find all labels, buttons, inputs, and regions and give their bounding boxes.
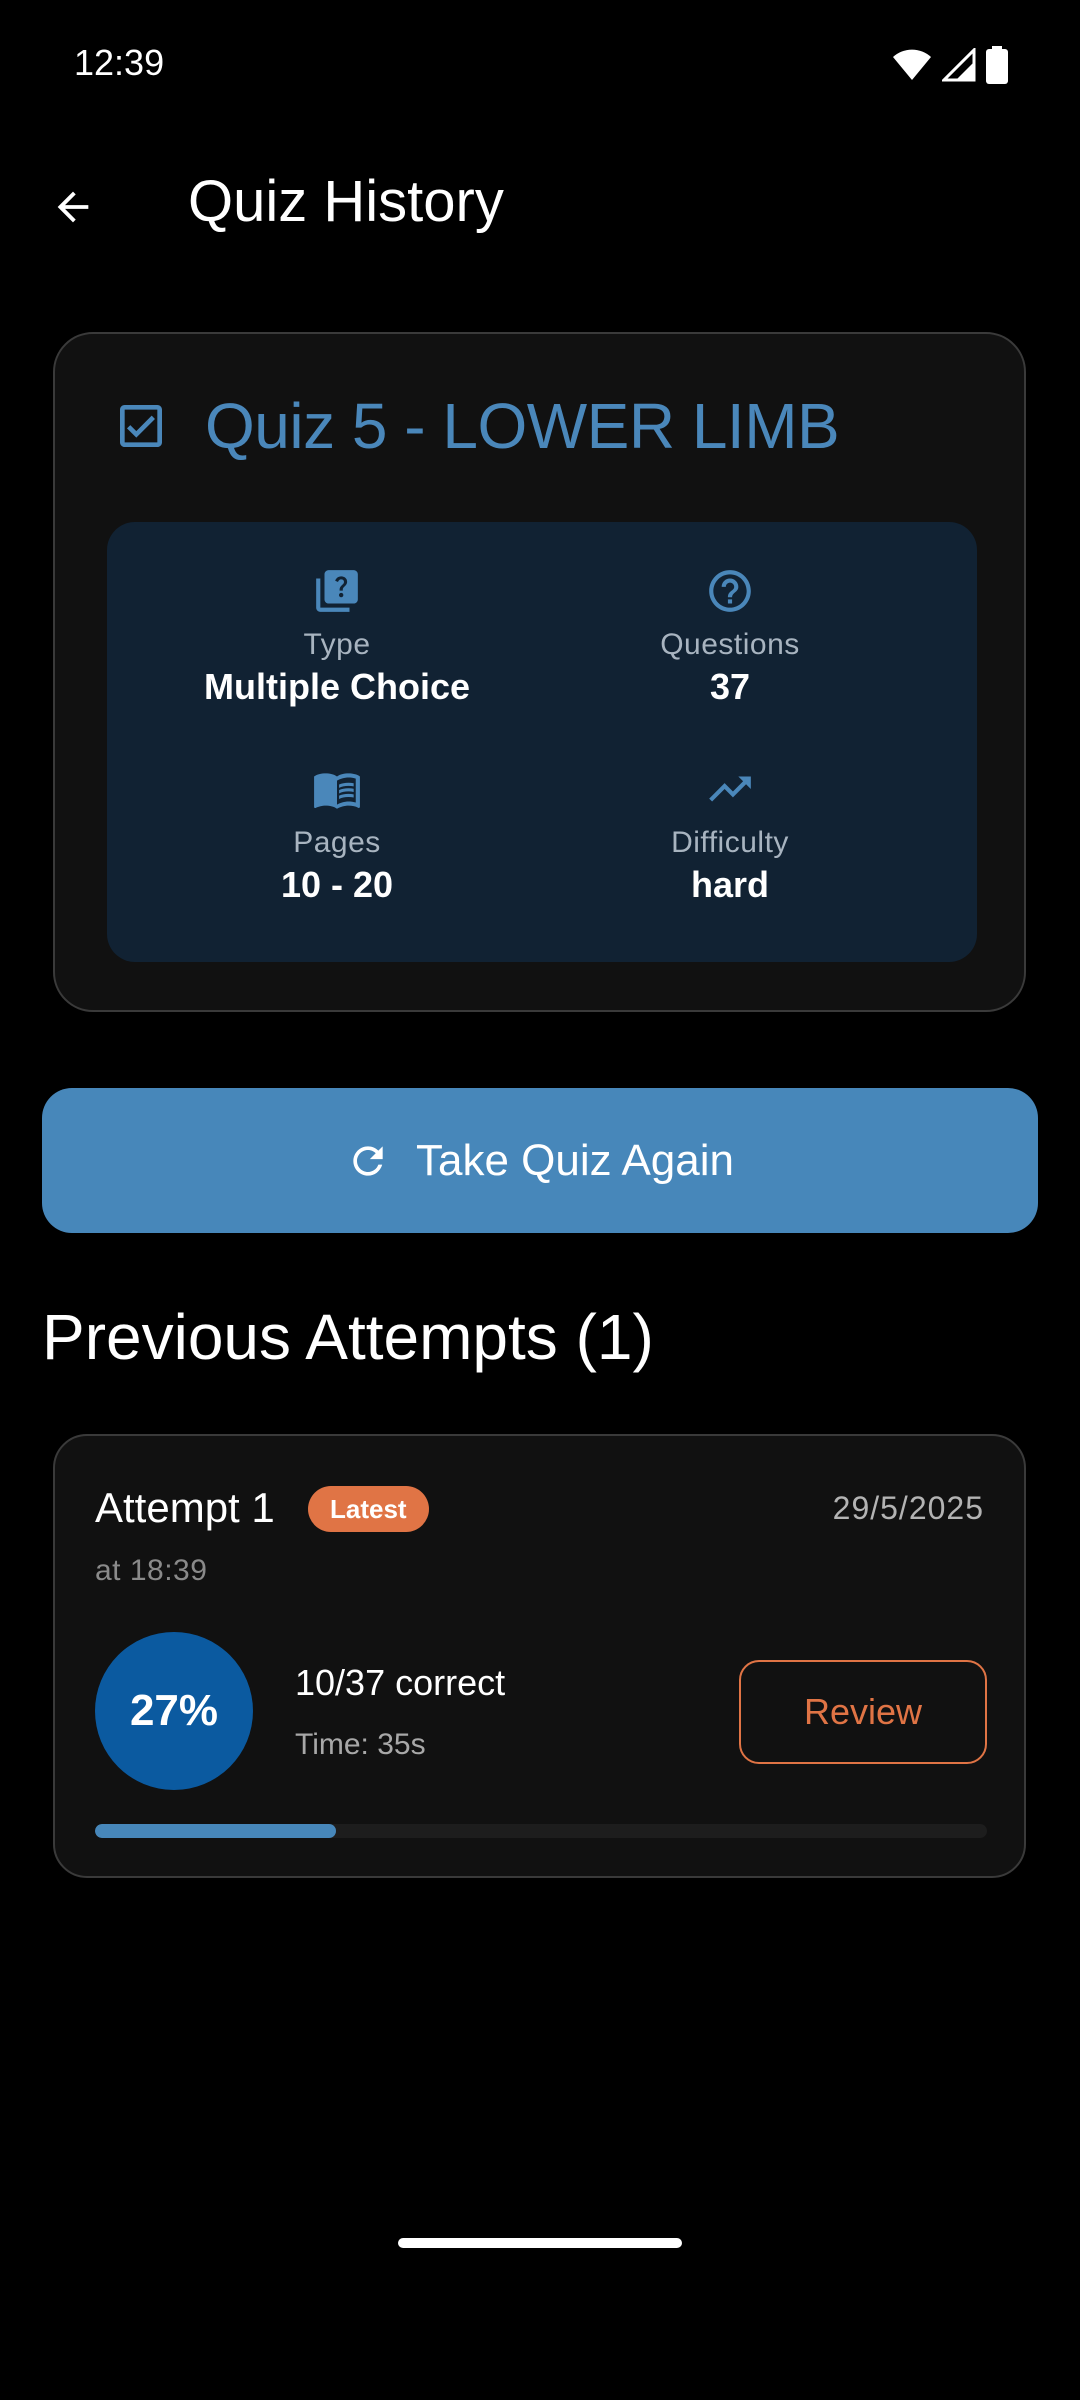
quiz-history-screen: 12:39 Quiz History Quiz 5 - LOWER LIMB T… <box>0 0 1080 2400</box>
info-pages: Pages 10 - 20 <box>137 760 537 906</box>
take-quiz-again-button[interactable]: Take Quiz Again <box>42 1088 1038 1233</box>
battery-icon <box>986 46 1008 84</box>
attempt-time: at 18:39 <box>95 1554 208 1587</box>
score-progress-bar <box>95 1824 987 1838</box>
info-type: Type Multiple Choice <box>137 562 537 708</box>
take-quiz-again-label: Take Quiz Again <box>416 1135 734 1185</box>
quiz-title: Quiz 5 - LOWER LIMB <box>205 390 840 462</box>
info-questions: Questions 37 <box>530 562 930 708</box>
attempt-date: 29/5/2025 <box>832 1490 984 1526</box>
refresh-icon <box>353 1145 383 1176</box>
score-percent: 27% <box>129 1686 219 1735</box>
previous-attempts-heading: Previous Attempts (1) <box>42 1301 654 1373</box>
info-questions-label: Questions <box>660 628 800 661</box>
attempt-title: Attempt 1 <box>95 1484 275 1531</box>
book-icon <box>314 773 360 809</box>
help-circle-icon <box>709 570 751 612</box>
info-pages-label: Pages <box>293 826 381 859</box>
app-bar: Quiz History <box>0 150 1080 260</box>
status-time: 12:39 <box>74 42 165 83</box>
info-type-label: Type <box>303 628 371 661</box>
attempt-card: Attempt 1 Latest 29/5/2025 at 18:39 27% … <box>53 1434 1026 1878</box>
signal-icon <box>942 48 976 82</box>
back-button[interactable] <box>38 172 108 242</box>
wifi-icon <box>893 49 931 80</box>
score-circle: 27% <box>95 1632 253 1790</box>
info-type-value: Multiple Choice <box>203 666 470 707</box>
info-difficulty-label: Difficulty <box>671 826 789 859</box>
status-bar: 12:39 <box>0 0 1080 130</box>
quiz-title-row: Quiz 5 - LOWER LIMB <box>113 389 840 463</box>
info-pages-value: 10 - 20 <box>280 864 394 905</box>
quiz-icon <box>316 570 358 612</box>
arrow-back-icon <box>57 191 89 223</box>
correct-count: 10/37 correct <box>295 1662 506 1703</box>
home-indicator[interactable] <box>398 2238 682 2248</box>
info-difficulty: Difficulty hard <box>530 760 930 906</box>
attempt-duration: Time: 35s <box>295 1728 426 1761</box>
latest-badge: Latest <box>308 1486 429 1532</box>
info-questions-value: 37 <box>709 666 751 707</box>
info-difficulty-value: hard <box>690 864 769 905</box>
review-button[interactable]: Review <box>739 1660 987 1764</box>
quiz-summary-card: Quiz 5 - LOWER LIMB Type Multiple Choice <box>53 332 1026 1012</box>
score-progress-fill <box>95 1824 336 1838</box>
checkbox-icon <box>120 405 162 447</box>
trending-up-icon <box>709 776 751 802</box>
status-icons <box>892 46 1008 84</box>
quiz-info-panel: Type Multiple Choice Questions 37 Pages … <box>107 522 977 962</box>
page-title: Quiz History <box>188 169 504 234</box>
